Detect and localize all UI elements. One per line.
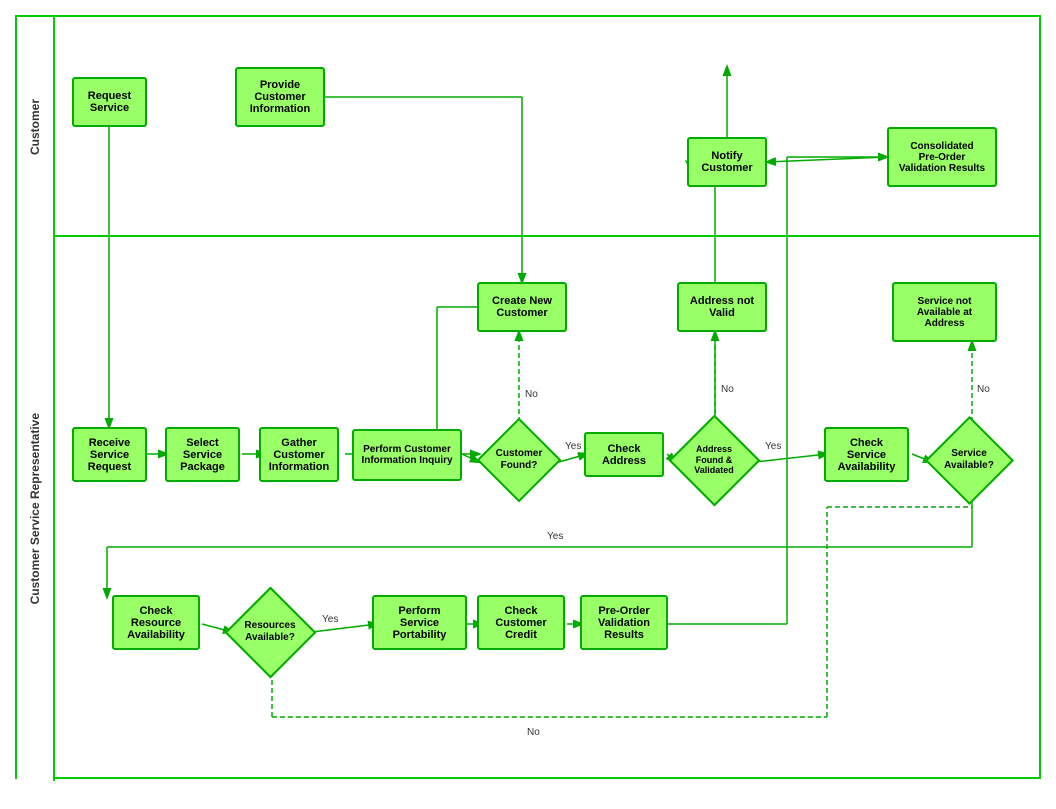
lane-csr-label: Customer Service Representative [17, 237, 55, 781]
address-found-diamond: AddressFound &Validated [669, 415, 759, 505]
receive-service-request-shape: ReceiveServiceRequest [72, 427, 147, 482]
create-new-customer-shape: Create NewCustomer [477, 282, 567, 332]
preorder-validation-shape: Pre-OrderValidationResults [580, 595, 668, 650]
lane-customer-label: Customer [17, 17, 55, 237]
resources-available-diamond: ResourcesAvailable? [225, 587, 315, 677]
service-available-diamond: ServiceAvailable? [924, 415, 1014, 505]
diagram-container: Customer Customer Service Representative [15, 15, 1041, 779]
check-address-shape: CheckAddress [584, 432, 664, 477]
lane-customer: Customer [17, 17, 1039, 237]
perform-customer-inquiry-shape: Perform CustomerInformation Inquiry [352, 429, 462, 481]
perform-service-portability-shape: PerformServicePortability [372, 595, 467, 650]
provide-customer-info-shape: ProvideCustomerInformation [235, 67, 325, 127]
check-service-availability-shape: CheckServiceAvailability [824, 427, 909, 482]
address-not-valid-shape: Address notValid [677, 282, 767, 332]
consolidated-preorder-shape: ConsolidatedPre-OrderValidation Results [887, 127, 997, 187]
check-customer-credit-shape: CheckCustomerCredit [477, 595, 565, 650]
notify-customer-shape: NotifyCustomer [687, 137, 767, 187]
request-service-shape: RequestService [72, 77, 147, 127]
check-resource-availability-shape: CheckResourceAvailability [112, 595, 200, 650]
service-not-available-shape: Service notAvailable atAddress [892, 282, 997, 342]
select-service-package-shape: SelectServicePackage [165, 427, 240, 482]
customer-found-diamond: CustomerFound? [474, 415, 564, 505]
gather-customer-info-shape: GatherCustomerInformation [259, 427, 339, 482]
